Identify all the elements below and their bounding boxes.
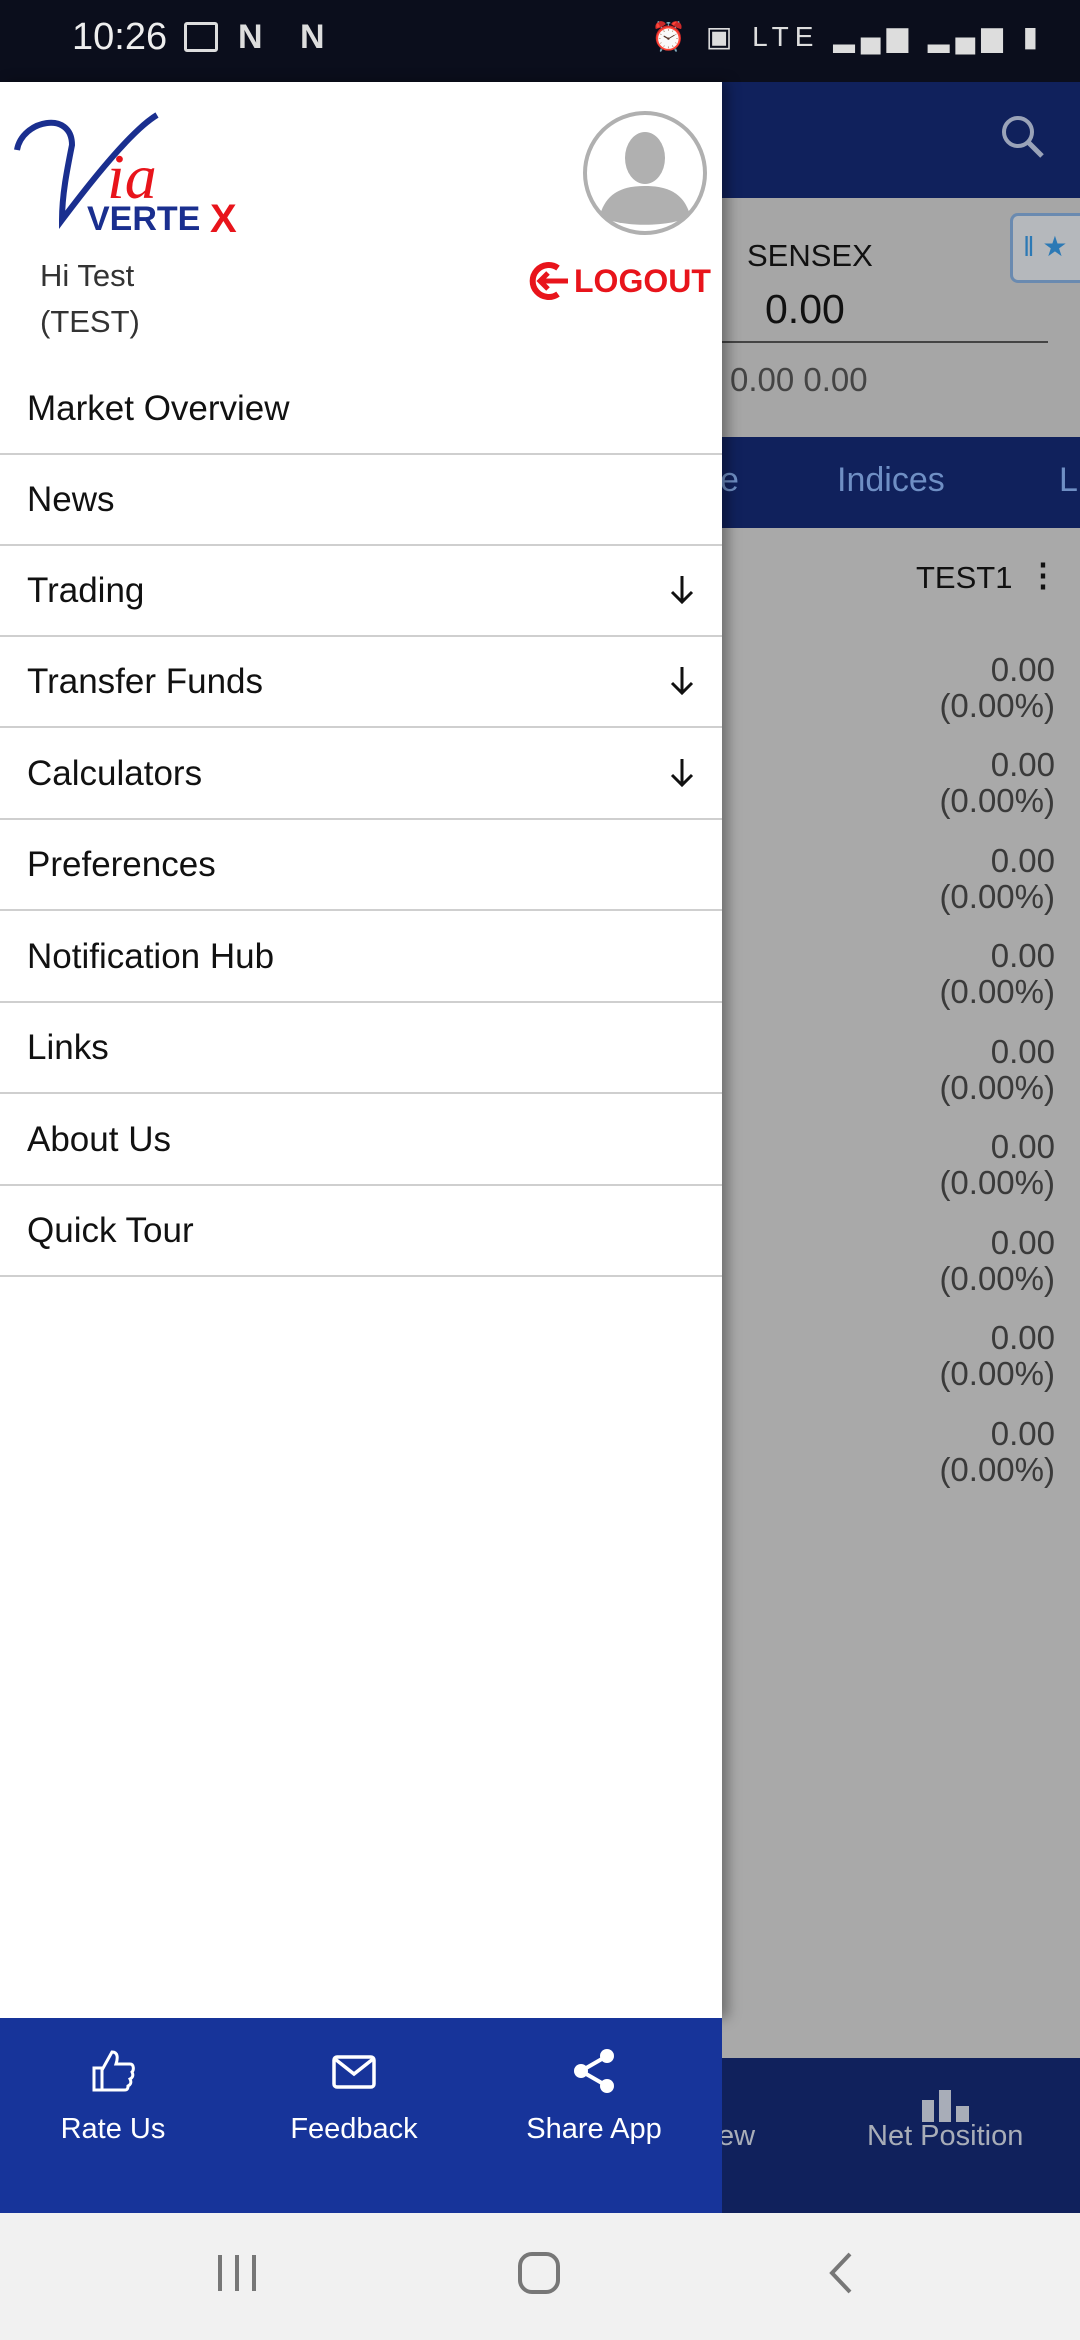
- back-icon[interactable]: [826, 2251, 856, 2295]
- menu-item-about-us[interactable]: About Us: [0, 1095, 722, 1186]
- thumbs-up-icon: [92, 2050, 135, 2092]
- svg-text:X: X: [210, 197, 237, 240]
- nav-net-position[interactable]: Net Position: [867, 2120, 1023, 2153]
- menu-item-news[interactable]: News: [0, 455, 722, 546]
- rate-us-button[interactable]: Rate Us: [0, 2018, 233, 2213]
- menu-item-transfer-funds[interactable]: Transfer Funds: [0, 637, 722, 728]
- notification-icons: N N: [238, 18, 339, 56]
- quote-row[interactable]: 0.00 (0.00%): [939, 1034, 1055, 1106]
- status-bar: 10:26 N N ⏰ ▣ LTE ▂▄▆ ▂▄▆ ▮: [0, 0, 1080, 82]
- share-icon: [574, 2049, 614, 2093]
- index-name: SENSEX: [747, 238, 873, 273]
- status-time: 10:26: [72, 16, 168, 58]
- quote-row[interactable]: 0.00 (0.00%): [939, 1129, 1055, 1201]
- avatar[interactable]: [582, 110, 708, 236]
- arrow-down-icon: [670, 759, 694, 788]
- quote-row[interactable]: 0.00 (0.00%): [939, 1320, 1055, 1392]
- quote-row[interactable]: 0.00 (0.00%): [939, 938, 1055, 1010]
- menu-item-notification-hub[interactable]: Notification Hub: [0, 912, 722, 1003]
- svg-text:VERTE: VERTE: [87, 200, 200, 238]
- signal-battery-icons: ⏰ ▣ LTE ▂▄▆ ▂▄▆ ▮: [651, 21, 1044, 52]
- tab-indices[interactable]: Indices: [837, 461, 945, 500]
- index-panel: SENSEX 0.00 0.00 0.00 ‖ ★: [722, 198, 1080, 437]
- recent-apps-icon[interactable]: [216, 2253, 258, 2293]
- divider: [722, 341, 1048, 343]
- home-icon[interactable]: [517, 2251, 561, 2295]
- quote-row[interactable]: 0.00 (0.00%): [939, 843, 1055, 915]
- tab-partial-right[interactable]: L: [1059, 461, 1078, 500]
- quote-row[interactable]: 0.00 (0.00%): [939, 1225, 1055, 1297]
- bottom-nav: ew Net Position: [718, 2058, 1080, 2213]
- menu-item-quick-tour[interactable]: Quick Tour: [0, 1186, 722, 1277]
- menu-item-trading[interactable]: Trading: [0, 546, 722, 637]
- gallery-icon: [184, 22, 218, 52]
- logout-button[interactable]: LOGOUT: [528, 260, 711, 302]
- user-code: (TEST): [40, 304, 140, 339]
- index-change: 0.00 0.00: [730, 361, 868, 398]
- tab-partial[interactable]: e: [720, 461, 739, 500]
- app-header: [722, 82, 1080, 198]
- menu-item-links[interactable]: Links: [0, 1003, 722, 1094]
- watchlist-name[interactable]: TEST1: [916, 560, 1012, 596]
- quote-row[interactable]: 0.00 (0.00%): [939, 747, 1055, 819]
- arrow-down-icon: [670, 576, 694, 605]
- drawer-footer: Rate Us Feedback Share App: [0, 2018, 722, 2213]
- nav-overview-partial[interactable]: ew: [718, 2120, 755, 2153]
- tab-bar: e Indices L: [720, 437, 1080, 528]
- bar-chart-icon: [922, 2090, 969, 2122]
- search-icon[interactable]: [998, 112, 1048, 162]
- menu-item-calculators[interactable]: Calculators: [0, 729, 722, 820]
- menu-item-preferences[interactable]: Preferences: [0, 820, 722, 911]
- quote-row[interactable]: 0.00 (0.00%): [939, 652, 1055, 724]
- feedback-button[interactable]: Feedback: [234, 2018, 474, 2213]
- watchlist: TEST1 ⋮ 0.00 (0.00%) 0.00 (0.00%) 0.00 (0.0…: [722, 528, 1080, 2058]
- system-nav-bar: [0, 2213, 1080, 2340]
- logout-icon: [529, 262, 568, 300]
- mail-icon: [332, 2055, 376, 2089]
- more-icon[interactable]: ⋮: [1027, 556, 1059, 594]
- share-app-button[interactable]: Share App: [474, 2018, 714, 2213]
- arrow-down-icon: [670, 667, 694, 696]
- menu-item-market-overview[interactable]: Market Overview: [0, 364, 722, 455]
- via-vertex-logo: ia VERTE X: [14, 112, 237, 240]
- favorite-tab[interactable]: ‖ ★: [1010, 213, 1080, 283]
- index-value: 0.00: [765, 286, 845, 332]
- quote-row[interactable]: 0.00 (0.00%): [939, 1416, 1055, 1488]
- greeting: Hi Test: [40, 258, 135, 293]
- navigation-drawer: ia VERTE X Hi Test (TEST) LOGOUT Market …: [0, 82, 722, 2018]
